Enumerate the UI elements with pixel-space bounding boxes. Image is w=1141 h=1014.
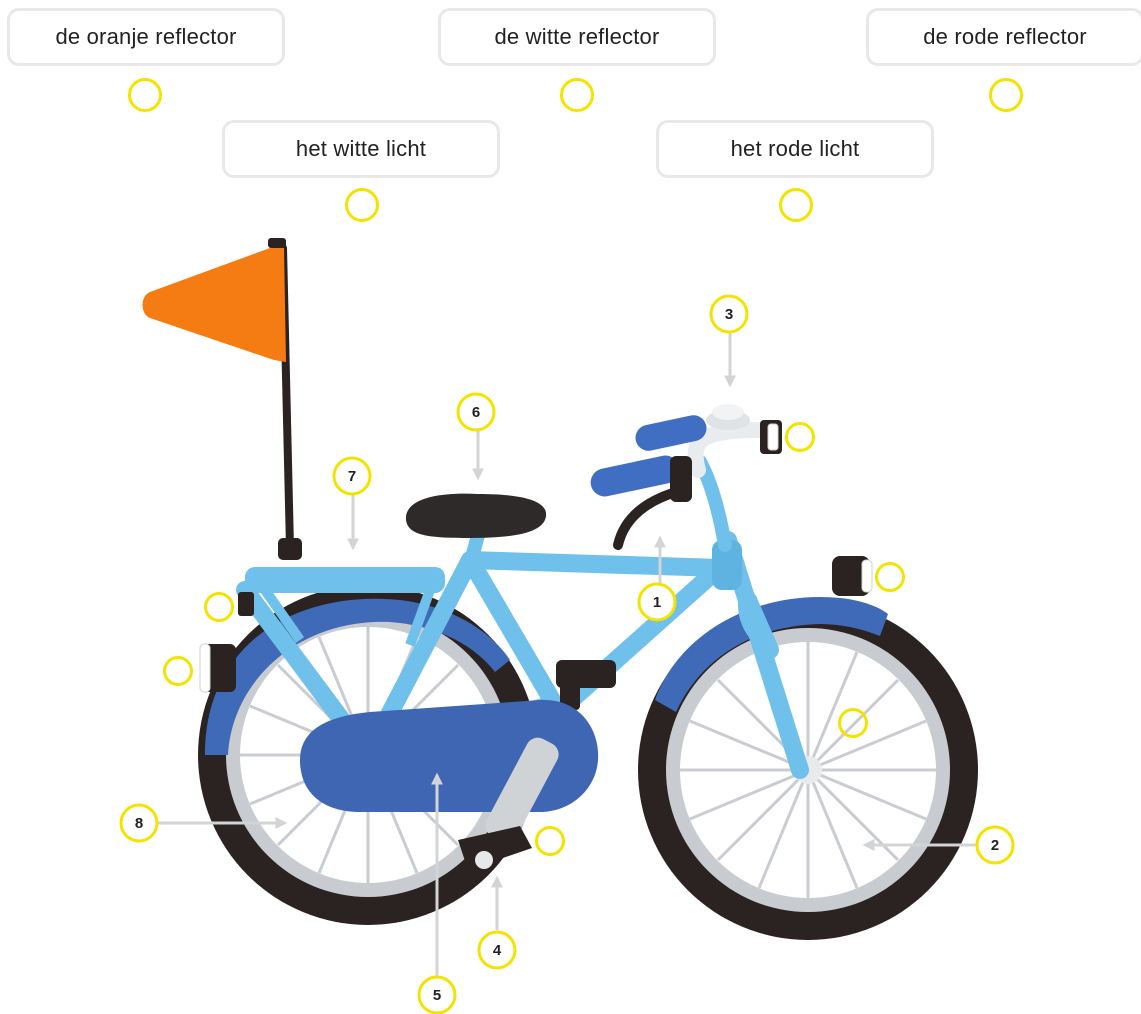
svg-text:4: 4 xyxy=(493,942,502,959)
callout-1: 1 xyxy=(637,582,677,622)
callout-2: 2 xyxy=(975,825,1015,865)
hotspot-pedal-reflector[interactable] xyxy=(535,826,565,856)
saddle xyxy=(405,493,547,538)
svg-text:3: 3 xyxy=(725,306,733,323)
hotspot-rear-light[interactable] xyxy=(163,656,193,686)
rear-reflector xyxy=(238,592,254,616)
hotspot-rear-reflector[interactable] xyxy=(204,592,234,622)
svg-text:6: 6 xyxy=(472,404,480,421)
hotspot-spoke-reflector[interactable] xyxy=(838,708,868,738)
callout-5: 5 xyxy=(417,975,457,1014)
svg-text:1: 1 xyxy=(653,594,661,611)
callout-7: 7 xyxy=(332,456,372,496)
handlebar xyxy=(590,415,768,550)
hotspot-front-reflector[interactable] xyxy=(875,562,905,592)
svg-text:5: 5 xyxy=(433,987,441,1004)
bicycle-bell xyxy=(706,404,750,430)
safety-flag xyxy=(142,238,302,560)
hotspot-front-light[interactable] xyxy=(785,422,815,452)
callout-4: 4 xyxy=(477,930,517,970)
callout-3: 3 xyxy=(709,294,749,334)
bicycle-illustration: 1 2 3 4 5 6 7 8 xyxy=(119,238,1015,1014)
svg-text:8: 8 xyxy=(135,815,143,832)
callout-6: 6 xyxy=(456,392,496,432)
svg-text:2: 2 xyxy=(991,837,999,854)
callout-8: 8 xyxy=(119,803,159,843)
svg-text:7: 7 xyxy=(348,468,356,485)
